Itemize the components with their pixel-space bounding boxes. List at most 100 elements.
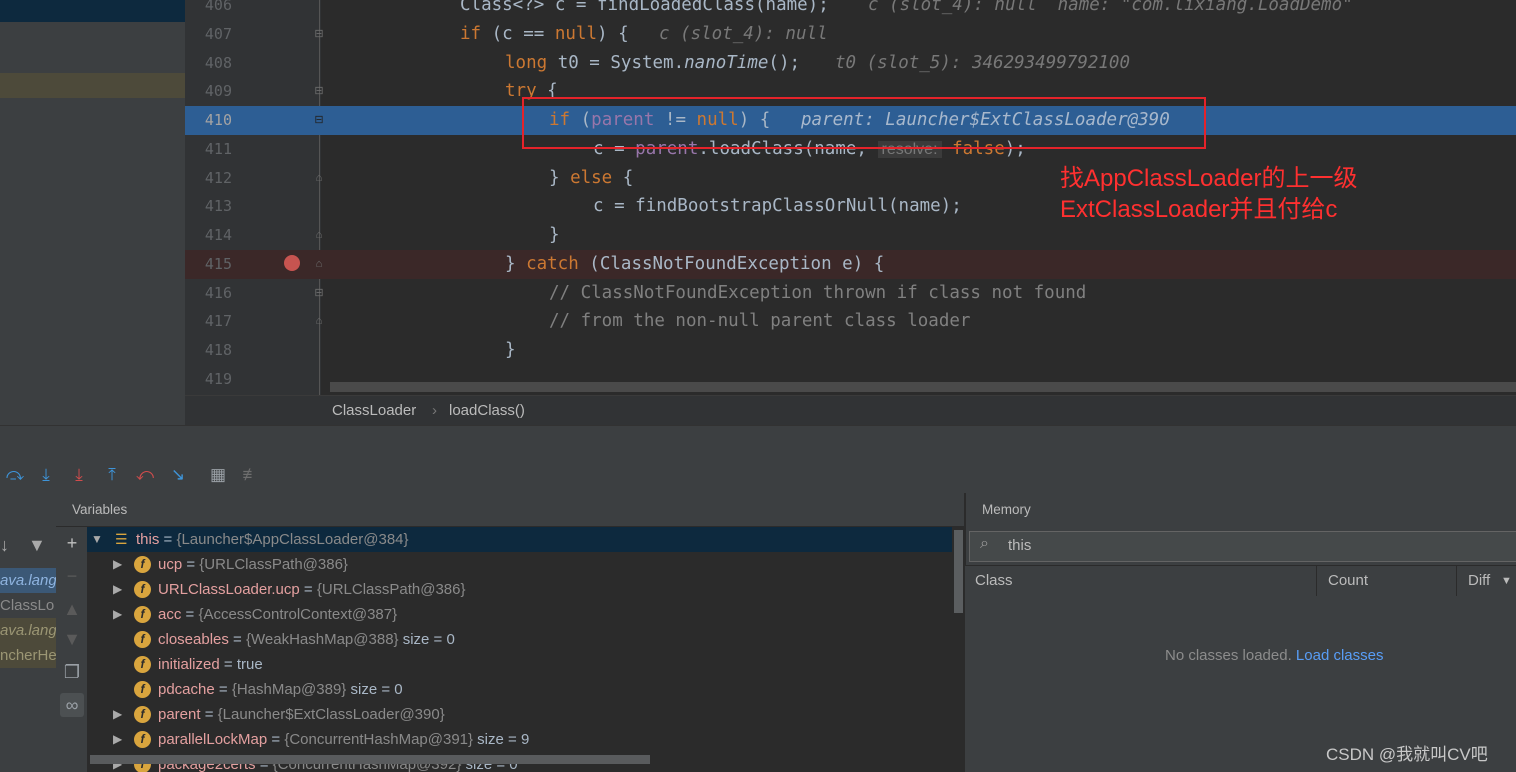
force-step-into-icon[interactable]: ⤓ (68, 464, 90, 486)
code-text: } (549, 168, 571, 188)
move-down-icon[interactable]: ▼ (60, 627, 84, 651)
code-line[interactable]: 407 ⊟ if (c == null) { c (slot_4): null (185, 20, 1516, 49)
field-icon: f (134, 606, 151, 623)
fold-icon[interactable]: ⊟ (313, 28, 325, 40)
fold-icon[interactable]: ⌂ (313, 315, 325, 327)
variable-equals: = (299, 581, 317, 598)
variable-row[interactable]: f pdcache = {HashMap@389} size = 0 (87, 677, 952, 702)
breakpoint-icon[interactable] (284, 255, 300, 271)
breakpoint-line[interactable]: 415 ⌂ } catch (ClassNotFoundException e)… (185, 250, 1516, 279)
field-icon: f (134, 706, 151, 723)
debug-toolbar: ⤼ ⤓ ⤓ ⤒ ⤺ ↘ ▦ ≢ (0, 457, 1516, 494)
expand-arrow-icon[interactable]: ▶ (113, 702, 122, 727)
evaluate-expression-icon[interactable]: ▦ (207, 464, 229, 486)
code-line[interactable]: 414 ⌂ } (185, 221, 1516, 250)
expand-arrow-icon[interactable]: ▶ (113, 727, 122, 752)
keyword: else (570, 168, 613, 188)
expand-arrow-icon[interactable]: ▶ (113, 602, 122, 627)
memory-empty-state: No classes loaded. Load classes (1165, 647, 1383, 664)
code-text: t0 = System. (547, 53, 685, 73)
collapse-arrow-icon[interactable]: ▼ (91, 527, 103, 552)
variable-row[interactable]: ▶ f URLClassLoader.ucp = {URLClassPath@3… (87, 577, 952, 602)
search-input-value[interactable]: this (1008, 537, 1031, 554)
variable-row[interactable]: ▶ f parallelLockMap = {ConcurrentHashMap… (87, 727, 952, 752)
code-line[interactable]: 416 ⊟ // ClassNotFoundException thrown i… (185, 279, 1516, 308)
variable-equals: = (219, 656, 237, 673)
breadcrumb: ClassLoader › loadClass() (185, 395, 1516, 426)
variable-equals: = (182, 556, 200, 573)
editor-horizontal-scrollbar[interactable] (330, 382, 1516, 392)
frame-item[interactable]: ava.lang (0, 568, 56, 593)
line-number: 416 (204, 284, 232, 302)
load-classes-link[interactable]: Load classes (1296, 647, 1384, 664)
variables-vertical-scrollbar[interactable] (954, 530, 963, 613)
code-line[interactable]: 417 ⌂ // from the non-null parent class … (185, 307, 1516, 336)
keyword: catch (526, 254, 579, 274)
variables-title: Variables (72, 502, 128, 517)
field-icon: f (134, 731, 151, 748)
variable-value: {ConcurrentHashMap@391} (284, 731, 474, 748)
code-line[interactable]: 406 Class<?> c = findLoadedClass(name); … (185, 0, 1516, 20)
fold-icon[interactable]: ⊟ (313, 114, 325, 126)
column-header-class[interactable]: Class (975, 572, 1013, 589)
move-up-icon[interactable]: ▲ (60, 597, 84, 621)
fold-icon[interactable]: ⌂ (313, 258, 325, 270)
variable-name: URLClassLoader.ucp (158, 581, 300, 598)
column-divider (1456, 566, 1457, 596)
variable-row[interactable]: ▶ f acc = {AccessControlContext@387} (87, 602, 952, 627)
variable-row[interactable]: ▶ f ucp = {URLClassPath@386} (87, 552, 952, 577)
memory-title: Memory (982, 502, 1031, 517)
expand-arrow-icon[interactable]: ▶ (113, 577, 122, 602)
line-number: 418 (204, 341, 232, 359)
run-to-cursor-icon[interactable]: ↘ (167, 464, 189, 486)
frame-item[interactable]: ncherHe (0, 643, 56, 668)
duplicate-watch-icon[interactable]: ❐ (60, 660, 84, 684)
fold-icon[interactable]: ⌂ (313, 172, 325, 184)
sort-icon[interactable]: ↓ (0, 535, 9, 556)
trace-stream-icon[interactable]: ≢ (240, 464, 262, 486)
left-panel-highlight-row[interactable] (0, 73, 185, 98)
variables-horizontal-scrollbar[interactable] (90, 755, 650, 764)
fold-icon[interactable]: ⊟ (313, 85, 325, 97)
filter-icon[interactable]: ▼ (28, 535, 46, 556)
column-header-count[interactable]: Count (1328, 572, 1368, 589)
frame-item[interactable]: ClassLo (0, 593, 56, 618)
line-number: 414 (204, 226, 232, 244)
variable-name: ucp (158, 556, 183, 573)
expand-arrow-icon[interactable]: ▶ (113, 552, 122, 577)
keyword: null (554, 24, 597, 44)
breadcrumb-method[interactable]: loadClass() (449, 402, 525, 419)
show-watches-icon[interactable]: ∞ (60, 693, 84, 717)
code-text: (c == (481, 24, 555, 44)
code-line[interactable]: 418 } (185, 336, 1516, 365)
line-number: 419 (204, 370, 232, 388)
line-number: 407 (204, 25, 232, 43)
left-panel-selected-row[interactable] (0, 0, 185, 22)
variable-equals: = (267, 731, 285, 748)
variable-primitive-value: true (236, 656, 263, 673)
inline-debug-hint: c (slot_4): null (659, 24, 828, 44)
column-header-diff[interactable]: Diff (1468, 572, 1490, 589)
drop-frame-icon[interactable]: ⤺ (134, 464, 156, 486)
variable-row[interactable]: f initialized = true (87, 652, 952, 677)
breadcrumb-class[interactable]: ClassLoader (332, 402, 416, 419)
step-into-icon[interactable]: ⤓ (35, 464, 57, 486)
variables-tree: ▼ ☰ this = {Launcher$AppClassLoader@384}… (87, 527, 964, 772)
step-out-icon[interactable]: ⤒ (101, 464, 123, 486)
add-watch-icon[interactable]: + (60, 531, 84, 555)
code-line[interactable]: 408 long t0 = System.nanoTime(); t0 (slo… (185, 49, 1516, 78)
variable-row[interactable]: ▶ f parent = {Launcher$ExtClassLoader@39… (87, 702, 952, 727)
variable-value: {AccessControlContext@387} (198, 606, 398, 623)
step-over-icon[interactable]: ⤼ (4, 464, 26, 486)
variable-row[interactable]: f closeables = {WeakHashMap@388} size = … (87, 627, 952, 652)
fold-icon[interactable]: ⌂ (313, 229, 325, 241)
frame-item[interactable]: ava.lang (0, 618, 56, 643)
remove-watch-icon[interactable]: − (60, 564, 84, 588)
line-number: 413 (204, 197, 232, 215)
memory-search-field[interactable]: ⌕ this (969, 531, 1516, 562)
variable-row[interactable]: ▼ ☰ this = {Launcher$AppClassLoader@384} (87, 527, 952, 552)
fold-icon[interactable]: ⊟ (313, 287, 325, 299)
chevron-down-icon[interactable]: ▼ (1501, 575, 1512, 587)
variable-value: {URLClassPath@386} (316, 581, 466, 598)
variable-name: parallelLockMap (158, 731, 268, 748)
